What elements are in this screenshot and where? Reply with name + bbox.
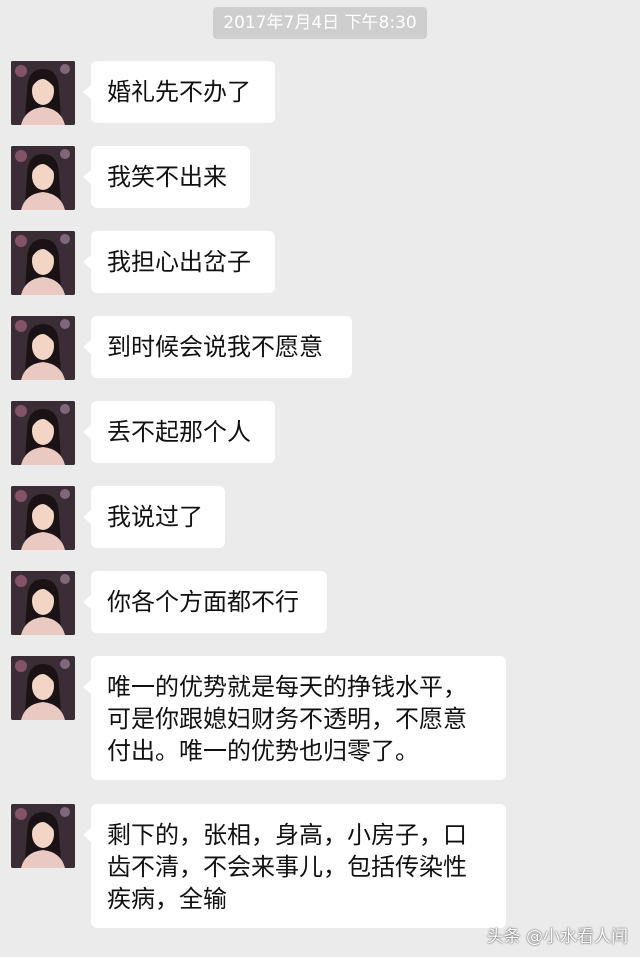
avatar[interactable] (11, 656, 75, 720)
message-text: 你各个方面都不行 (107, 588, 299, 616)
timestamp-row: 2017年7月4日 下午8:30 (0, 7, 640, 39)
message-bubble[interactable]: 唯一的优势就是每天的挣钱水平，可是你跟媳妇财务不透明，不愿意付出。唯一的优势也归… (83, 656, 506, 780)
message-bubble[interactable]: 到时候会说我不愿意 (83, 316, 352, 378)
avatar[interactable] (11, 486, 75, 550)
message-text: 到时候会说我不愿意 (107, 333, 323, 361)
message-bubble[interactable]: 婚礼先不办了 (83, 61, 275, 123)
message-bubble[interactable]: 我担心出岔子 (83, 231, 275, 293)
watermark: 头条 @小水看人间 (486, 927, 628, 947)
message-text: 我担心出岔子 (107, 248, 251, 276)
avatar[interactable] (11, 61, 75, 125)
message-bubble[interactable]: 我说过了 (83, 486, 225, 548)
avatar[interactable] (11, 146, 75, 210)
message-text: 我笑不出来 (107, 163, 227, 191)
chat-window: 2017年7月4日 下午8:30 婚礼先不办了 我笑不出来 我担心出岔子 到时候… (0, 0, 640, 957)
avatar[interactable] (11, 401, 75, 465)
avatar[interactable] (11, 804, 75, 868)
message-bubble[interactable]: 丢不起那个人 (83, 401, 275, 463)
message-bubble[interactable]: 我笑不出来 (83, 146, 250, 208)
message-text: 我说过了 (107, 503, 203, 531)
message-text: 剩下的，张相，身高，小房子，口齿不清，不会来事儿，包括传染性疾病，全输 (107, 821, 467, 913)
avatar[interactable] (11, 316, 75, 380)
message-bubble[interactable]: 你各个方面都不行 (83, 571, 327, 633)
avatar[interactable] (11, 571, 75, 635)
message-text: 婚礼先不办了 (107, 78, 251, 106)
message-bubble[interactable]: 剩下的，张相，身高，小房子，口齿不清，不会来事儿，包括传染性疾病，全输 (83, 804, 506, 928)
avatar[interactable] (11, 231, 75, 295)
message-text: 丢不起那个人 (107, 418, 251, 446)
message-text: 唯一的优势就是每天的挣钱水平，可是你跟媳妇财务不透明，不愿意付出。唯一的优势也归… (107, 673, 467, 765)
timestamp: 2017年7月4日 下午8:30 (213, 7, 427, 39)
